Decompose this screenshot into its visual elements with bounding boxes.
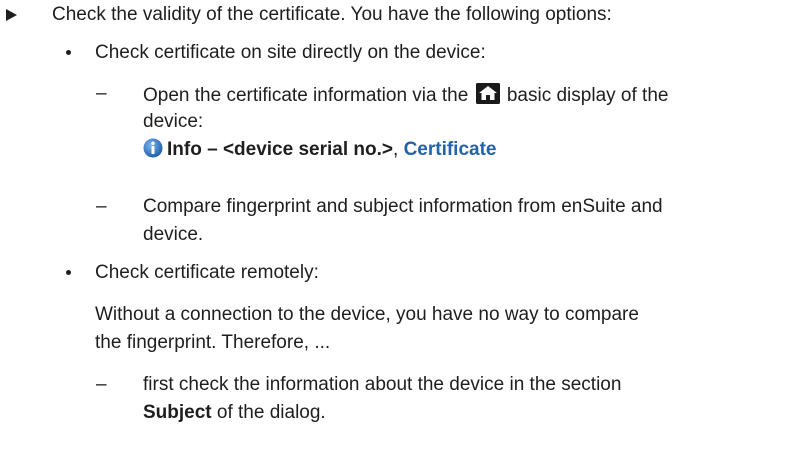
remote-item1-line1: first check the information about the de… bbox=[143, 374, 622, 395]
menu-path-separator: , bbox=[393, 139, 399, 160]
remote-item1-rest: of the dialog. bbox=[211, 402, 326, 423]
dash-marker: – bbox=[96, 374, 107, 395]
onsite-item1-text-before: Open the certificate information via the bbox=[143, 85, 469, 106]
bullet-icon bbox=[66, 50, 71, 55]
option-onsite-label: Check certificate on site directly on th… bbox=[95, 42, 486, 63]
bullet-icon bbox=[66, 270, 71, 275]
onsite-item2-line2: device. bbox=[143, 224, 204, 245]
home-icon bbox=[475, 83, 500, 104]
onsite-item1-text-after: basic display of the bbox=[506, 85, 669, 106]
onsite-item2-line1: Compare fingerprint and subject informat… bbox=[143, 196, 663, 217]
remote-item1-line2: Subject of the dialog. bbox=[143, 402, 326, 424]
menu-path: Info – <device serial no.>, Certificate bbox=[143, 138, 496, 161]
onsite-item1-line2: device: bbox=[143, 111, 204, 132]
menu-path-certificate: Certificate bbox=[403, 139, 497, 160]
step-arrow-icon bbox=[6, 9, 17, 21]
menu-path-info: Info – <device serial no.> bbox=[167, 139, 393, 160]
remote-para-line2: the fingerprint. Therefore, ... bbox=[95, 332, 331, 353]
option-remote-label: Check certificate remotely: bbox=[95, 262, 319, 283]
dash-marker: – bbox=[96, 196, 107, 217]
onsite-item1-line1: Open the certificate information via the… bbox=[143, 83, 668, 107]
subject-label: Subject bbox=[143, 402, 212, 423]
dash-marker: – bbox=[96, 83, 107, 104]
step-text: Check the validity of the certificate. Y… bbox=[52, 4, 612, 25]
info-icon bbox=[143, 138, 163, 158]
remote-para-line1: Without a connection to the device, you … bbox=[95, 304, 639, 325]
